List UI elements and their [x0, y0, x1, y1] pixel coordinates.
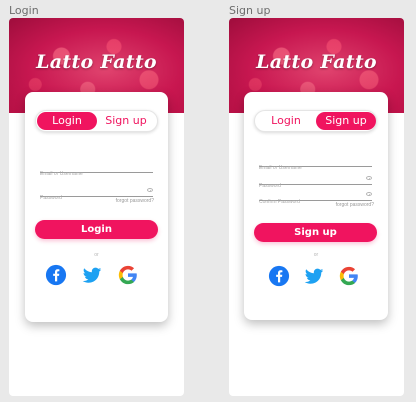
tab-signup[interactable]: Sign up	[96, 112, 156, 130]
password-field[interactable]	[40, 186, 153, 201]
forgot-password-link[interactable]: forgot password?	[116, 198, 154, 204]
facebook-icon[interactable]	[268, 265, 290, 287]
twitter-icon[interactable]	[81, 264, 103, 286]
brand-logo: Latto Fatto	[256, 51, 377, 73]
username-field[interactable]	[259, 156, 372, 171]
frame-label-login: Login	[9, 4, 39, 17]
signup-card: Login Sign up forgot password? Sign up o…	[244, 92, 388, 320]
google-icon[interactable]	[338, 265, 360, 287]
eye-icon[interactable]	[366, 176, 372, 180]
facebook-icon[interactable]	[45, 264, 67, 286]
tab-login[interactable]: Login	[37, 112, 97, 130]
tab-signup[interactable]: Sign up	[316, 112, 376, 130]
social-login-row	[25, 264, 168, 288]
username-field[interactable]	[40, 162, 153, 177]
login-artboard: Latto Fatto Login Sign up forgot passwor…	[9, 18, 184, 396]
or-divider: or	[94, 252, 99, 258]
username-input[interactable]	[259, 165, 359, 171]
eye-icon[interactable]	[147, 188, 153, 192]
login-button[interactable]: Login	[35, 220, 158, 239]
login-card: Login Sign up forgot password? Login or	[25, 92, 168, 322]
brand-logo: Latto Fatto	[36, 51, 157, 73]
social-login-row	[244, 265, 388, 289]
auth-tabs: Login Sign up	[35, 110, 158, 132]
auth-tabs: Login Sign up	[254, 110, 377, 132]
signup-artboard: Latto Fatto Login Sign up forgot passwor…	[229, 18, 404, 396]
frame-label-signup: Sign up	[229, 4, 271, 17]
twitter-icon[interactable]	[303, 265, 325, 287]
password-input[interactable]	[259, 183, 359, 189]
signup-button[interactable]: Sign up	[254, 223, 377, 242]
or-divider: or	[313, 252, 319, 258]
confirm-password-field[interactable]	[259, 190, 372, 205]
tab-login[interactable]: Login	[256, 112, 316, 130]
google-icon[interactable]	[117, 264, 139, 286]
forgot-password-link[interactable]: forgot password?	[336, 202, 374, 208]
username-input[interactable]	[40, 171, 140, 177]
password-field[interactable]	[259, 174, 372, 189]
eye-icon[interactable]	[366, 192, 372, 196]
